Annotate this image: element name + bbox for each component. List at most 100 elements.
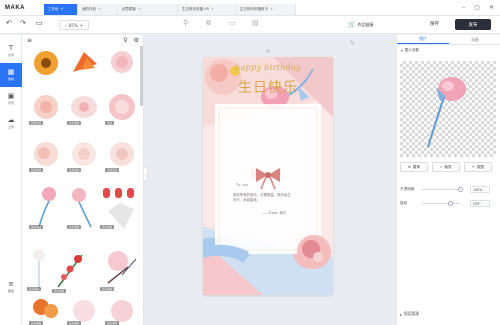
rotation-value[interactable]: 259° — [470, 200, 490, 207]
asset-tag: 花卉素材 — [29, 225, 44, 229]
asset-item[interactable]: 花卉素材 — [105, 295, 139, 325]
crop-button[interactable]: ⌗ 裁剪 — [432, 162, 460, 172]
card-recipient[interactable]: To: xxx — [236, 183, 248, 187]
asset-tag: 手绘花卉 — [105, 168, 120, 172]
asset-item[interactable]: 花卉素材 — [52, 247, 92, 293]
opacity-label: 不透明度 — [400, 186, 415, 191]
asset-item[interactable]: 花卉素材 — [29, 140, 63, 172]
align-icon[interactable]: ▭ — [229, 19, 236, 27]
asset-item[interactable]: 手绘花卉 — [105, 140, 139, 172]
close-icon[interactable]: ✕ — [98, 7, 101, 11]
preview-icon[interactable]: ▭ — [36, 19, 43, 27]
asset-item[interactable]: 花卉素材 — [67, 93, 101, 125]
asset-tag: 花卉素材 — [105, 321, 120, 325]
asset-item[interactable]: 花卉素材 — [100, 185, 138, 229]
window-controls: – ▢ ✕ — [462, 4, 500, 11]
greeting-chinese[interactable]: 生日快乐 — [203, 77, 333, 97]
red-tulips-image — [103, 188, 134, 229]
tab-animation[interactable]: 动画 — [449, 35, 500, 44]
opacity-slider[interactable] — [422, 189, 460, 190]
group-icon[interactable]: ⧉ — [206, 19, 211, 28]
asset-item[interactable] — [67, 48, 101, 80]
rail-item-label: 素材 — [7, 77, 14, 81]
publish-button[interactable]: 发布 — [455, 19, 491, 30]
tab-workbench[interactable]: 工作台 ✕ — [44, 3, 78, 15]
edit-pen-icon[interactable]: ✎ — [350, 40, 355, 47]
tab-image[interactable]: 图片 — [397, 35, 449, 44]
tab-birthday-card[interactable]: 生日快乐祝福贺卡 ✕ — [236, 3, 296, 15]
zoom-out-icon[interactable]: – — [65, 23, 67, 28]
asset-item[interactable]: 花卉素材 — [100, 245, 140, 291]
zoom-in-icon[interactable]: + — [80, 23, 83, 28]
replace-label: 替换 — [412, 164, 421, 169]
sunflower-image — [34, 51, 58, 75]
asset-tag: 花卉素材 — [67, 225, 82, 229]
properties-tabs: 图片 动画 — [397, 35, 500, 45]
work-link-button[interactable]: 🛒 作品链接 — [348, 21, 373, 28]
upload-icon: ☁ — [7, 116, 15, 124]
asset-item[interactable]: 风景花卉 — [29, 93, 63, 125]
asset-item[interactable]: 花卉素材 — [27, 245, 51, 291]
close-icon[interactable]: ✕ — [61, 7, 64, 11]
rotation-slider-knob[interactable] — [447, 201, 453, 206]
blue-ribbon — [203, 244, 249, 262]
search-icon[interactable]: ⚲ — [123, 37, 127, 44]
layer-manager-toggle[interactable]: ▸ 图层管理 — [400, 311, 419, 317]
bow-icon — [256, 168, 280, 190]
replace-button[interactable]: ⇆ 替换 — [400, 162, 428, 172]
asset-scrollbar[interactable] — [140, 46, 143, 106]
pink-tulip-stem-image — [72, 188, 92, 228]
asset-tag: 花卉素材 — [27, 287, 42, 291]
rail-item-materials[interactable]: ▦ 素材 — [0, 63, 22, 87]
rotate-handle-icon[interactable]: ⟳ — [266, 49, 270, 55]
maximize-icon[interactable]: ▢ — [474, 4, 480, 11]
rail-item-label: 背景 — [7, 101, 14, 105]
tab-templates[interactable]: 创意模板 ✕ — [118, 3, 178, 15]
greeting-english[interactable]: happy birthday — [203, 63, 333, 72]
close-icon[interactable]: ✕ — [211, 7, 214, 11]
asset-item[interactable]: 花卉素材 — [29, 295, 63, 325]
cart-icon: 🛒 — [348, 21, 356, 28]
rail-item-layers[interactable]: ≡ 图层 — [0, 275, 22, 299]
minimize-icon[interactable]: – — [462, 4, 465, 11]
app-logo: MAKA — [5, 4, 25, 11]
card-message[interactable]: 愿你所有的快乐，无需假装，愿你此生尽兴，赤诚善良。 — [233, 193, 293, 203]
tab-my-works[interactable]: 我的作品 ✕ — [78, 3, 118, 15]
link-icon[interactable]: ⚲ — [183, 19, 188, 27]
opacity-slider-knob[interactable] — [458, 187, 463, 192]
rail-item-upload[interactable]: ☁ 上传 — [0, 111, 22, 135]
orange-flower-image — [73, 52, 97, 72]
rose-decoration — [297, 235, 331, 269]
rail-item-background[interactable]: ▣ 背景 — [0, 87, 22, 111]
tab-birthday-h5[interactable]: 生日快乐祝福 H5 ✕ — [178, 3, 236, 15]
layer-icon[interactable]: ▤ — [252, 19, 259, 27]
tulip-preview-image — [427, 77, 466, 148]
asset-item[interactable] — [29, 48, 63, 80]
opacity-value[interactable]: 100% — [470, 186, 490, 193]
close-window-icon[interactable]: ✕ — [489, 4, 494, 11]
crop-label: 裁剪 — [444, 164, 452, 169]
redo-icon[interactable]: ↷ — [20, 19, 26, 27]
collapse-panel-button[interactable]: ‹ — [144, 167, 148, 181]
asset-item[interactable]: 花朵 — [105, 93, 139, 125]
gear-icon[interactable]: ⚙ — [134, 37, 139, 44]
undo-icon[interactable]: ↶ — [6, 19, 12, 27]
layer-manager-label: 图层管理 — [403, 311, 420, 316]
zoom-select[interactable]: – 85% + — [59, 20, 89, 30]
tab-label: 工作台 — [48, 6, 59, 11]
card-signature[interactable]: ——From: 我们 — [262, 210, 286, 215]
save-button[interactable]: 保存 — [430, 21, 439, 27]
rotation-slider[interactable] — [422, 203, 460, 204]
asset-item[interactable]: 花卉素材 — [67, 140, 101, 172]
cutout-button[interactable]: ✂ 抠图 — [464, 162, 492, 172]
rail-item-text[interactable]: T 文字 — [0, 39, 22, 63]
asset-item[interactable] — [105, 48, 139, 80]
asset-item[interactable]: 花卉素材 — [29, 185, 63, 229]
image-settings-header[interactable]: ▾ 图片设置 — [401, 48, 419, 53]
asset-tag: 花卉素材 — [67, 121, 82, 125]
asset-item[interactable]: 花卉素材 — [67, 185, 101, 229]
menu-icon[interactable]: ≡ — [27, 37, 32, 44]
asset-item[interactable]: 花卉素材 — [67, 295, 101, 325]
close-icon[interactable]: ✕ — [270, 7, 273, 11]
close-icon[interactable]: ✕ — [138, 7, 141, 11]
